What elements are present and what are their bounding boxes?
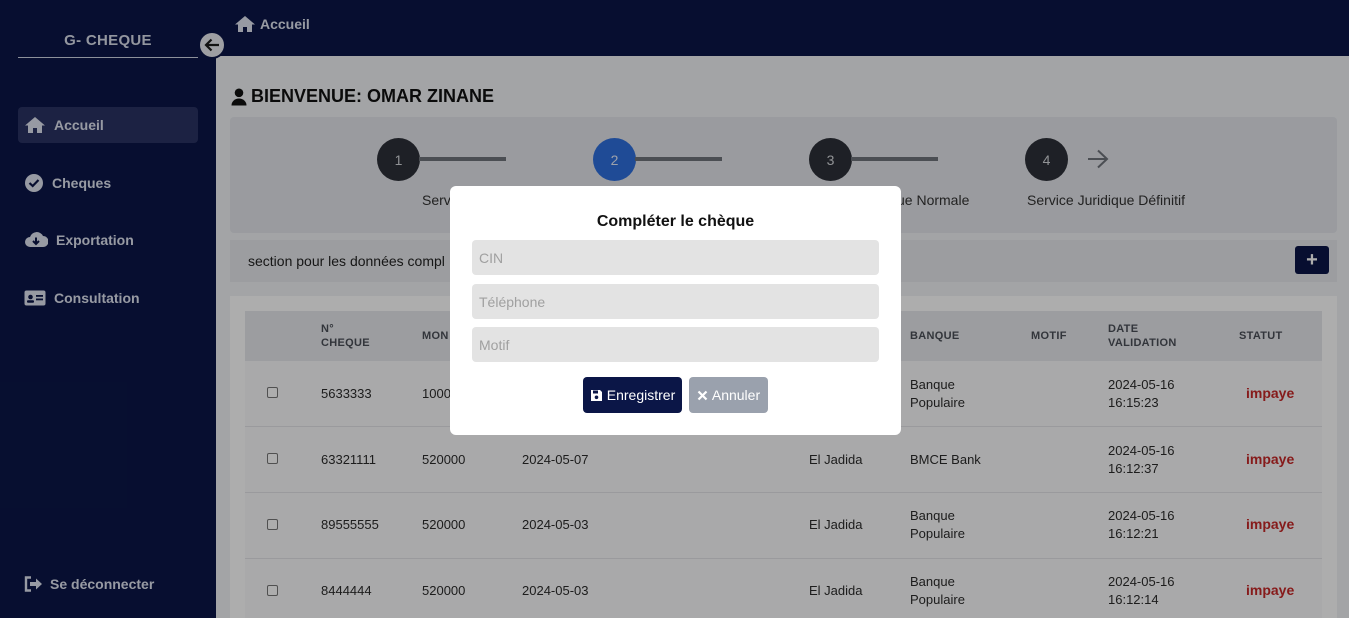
cancel-button[interactable]: Annuler <box>689 377 768 413</box>
modal-title: Compléter le chèque <box>596 213 755 230</box>
close-icon <box>697 390 708 400</box>
save-label: Enregistrer <box>606 387 676 403</box>
save-button[interactable]: Enregistrer <box>583 377 682 413</box>
complete-cheque-modal: Compléter le chèque Enregistrer Annuler <box>450 186 901 435</box>
telephone-input[interactable] <box>472 284 879 319</box>
cancel-label: Annuler <box>711 387 761 403</box>
motif-input[interactable] <box>472 327 879 362</box>
cin-input[interactable] <box>472 240 879 275</box>
save-icon <box>590 389 602 401</box>
